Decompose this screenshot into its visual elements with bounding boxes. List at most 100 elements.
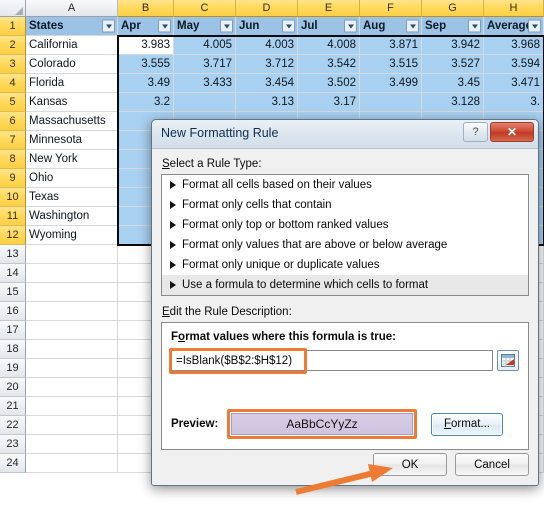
row-header-2[interactable]: 2 <box>0 36 26 55</box>
value-cell[interactable] <box>360 93 422 112</box>
column-header-g[interactable]: G <box>422 0 484 17</box>
state-cell[interactable]: Wyoming <box>26 226 118 245</box>
row-header-23[interactable]: 23 <box>0 435 26 454</box>
dialog-title-bar[interactable]: New Formatting Rule ? ✕ <box>152 120 538 149</box>
value-cell[interactable]: 3.983 <box>118 36 174 55</box>
empty-cell[interactable] <box>26 454 118 473</box>
state-cell[interactable]: Texas <box>26 188 118 207</box>
column-header-f[interactable]: F <box>360 0 422 17</box>
close-icon[interactable]: ✕ <box>490 122 534 142</box>
column-header-a[interactable]: A <box>26 0 118 17</box>
help-icon[interactable]: ? <box>463 122 488 142</box>
state-cell[interactable]: Kansas <box>26 93 118 112</box>
row-header-4[interactable]: 4 <box>0 74 26 93</box>
value-cell[interactable]: 3.502 <box>298 74 360 93</box>
rule-type-item-2[interactable]: Format only top or bottom ranked values <box>162 215 528 235</box>
row-header-18[interactable]: 18 <box>0 340 26 359</box>
row-header-7[interactable]: 7 <box>0 131 26 150</box>
filter-dropdown-icon[interactable] <box>344 19 357 33</box>
row-header-8[interactable]: 8 <box>0 150 26 169</box>
empty-cell[interactable] <box>26 416 118 435</box>
row-header-20[interactable]: 20 <box>0 378 26 397</box>
value-cell[interactable]: 3.454 <box>236 74 298 93</box>
row-header-6[interactable]: 6 <box>0 112 26 131</box>
value-cell[interactable]: 3.515 <box>360 55 422 74</box>
column-header-c[interactable]: C <box>174 0 236 17</box>
value-cell[interactable]: 3.499 <box>360 74 422 93</box>
value-cell[interactable]: 3.49 <box>118 74 174 93</box>
row-header-22[interactable]: 22 <box>0 416 26 435</box>
empty-cell[interactable] <box>26 264 118 283</box>
row-header-3[interactable]: 3 <box>0 55 26 74</box>
ok-button[interactable]: OK <box>373 453 447 476</box>
value-cell[interactable]: 3.527 <box>422 55 484 74</box>
empty-cell[interactable] <box>26 340 118 359</box>
value-cell[interactable]: 3.871 <box>360 36 422 55</box>
row-header-17[interactable]: 17 <box>0 321 26 340</box>
filter-dropdown-icon[interactable] <box>528 19 541 33</box>
row-header-15[interactable]: 15 <box>0 283 26 302</box>
state-cell[interactable]: Massachusetts <box>26 112 118 131</box>
table-header-apr[interactable]: Apr <box>118 17 174 36</box>
value-cell[interactable]: 3.717 <box>174 55 236 74</box>
state-cell[interactable]: Minnesota <box>26 131 118 150</box>
row-header-13[interactable]: 13 <box>0 245 26 264</box>
empty-cell[interactable] <box>26 435 118 454</box>
value-cell[interactable]: 3.942 <box>422 36 484 55</box>
formula-input[interactable] <box>171 350 493 371</box>
table-header-average[interactable]: Average <box>484 17 544 36</box>
rule-type-list[interactable]: Format all cells based on their values Fo… <box>161 174 529 296</box>
row-header-9[interactable]: 9 <box>0 169 26 188</box>
value-cell[interactable]: 3.594 <box>484 55 544 74</box>
state-cell[interactable]: Ohio <box>26 169 118 188</box>
cancel-button[interactable]: Cancel <box>455 453 529 476</box>
filter-dropdown-icon[interactable] <box>220 19 233 33</box>
table-header-jun[interactable]: Jun <box>236 17 298 36</box>
row-header-12[interactable]: 12 <box>0 226 26 245</box>
select-all-corner[interactable] <box>0 0 26 17</box>
value-cell[interactable]: 3.17 <box>298 93 360 112</box>
table-header-aug[interactable]: Aug <box>360 17 422 36</box>
value-cell[interactable]: 3. <box>484 93 544 112</box>
empty-cell[interactable] <box>26 321 118 340</box>
state-cell[interactable]: Florida <box>26 74 118 93</box>
format-button[interactable]: Format... <box>431 412 503 436</box>
rule-type-item-5[interactable]: Use a formula to determine which cells t… <box>162 275 528 295</box>
filter-dropdown-icon[interactable] <box>406 19 419 33</box>
filter-dropdown-icon[interactable] <box>102 19 115 33</box>
empty-cell[interactable] <box>26 359 118 378</box>
state-cell[interactable]: California <box>26 36 118 55</box>
empty-cell[interactable] <box>26 378 118 397</box>
filter-dropdown-icon[interactable] <box>468 19 481 33</box>
filter-dropdown-icon[interactable] <box>282 19 295 33</box>
rule-type-item-3[interactable]: Format only values that are above or bel… <box>162 235 528 255</box>
row-header-14[interactable]: 14 <box>0 264 26 283</box>
state-cell[interactable]: New York <box>26 150 118 169</box>
empty-cell[interactable] <box>26 302 118 321</box>
value-cell[interactable]: 3.542 <box>298 55 360 74</box>
table-header-jul[interactable]: Jul <box>298 17 360 36</box>
row-header-1[interactable]: 1 <box>0 17 26 36</box>
value-cell[interactable]: 3.555 <box>118 55 174 74</box>
row-header-16[interactable]: 16 <box>0 302 26 321</box>
value-cell[interactable]: 4.003 <box>236 36 298 55</box>
filter-dropdown-icon[interactable] <box>158 19 171 33</box>
empty-cell[interactable] <box>26 283 118 302</box>
column-header-b[interactable]: B <box>118 0 174 17</box>
empty-cell[interactable] <box>26 397 118 416</box>
rule-type-item-1[interactable]: Format only cells that contain <box>162 195 528 215</box>
value-cell[interactable]: 3.2 <box>118 93 174 112</box>
column-header-e[interactable]: E <box>298 0 360 17</box>
value-cell[interactable]: 4.005 <box>174 36 236 55</box>
value-cell[interactable]: 4.008 <box>298 36 360 55</box>
row-header-5[interactable]: 5 <box>0 93 26 112</box>
row-header-11[interactable]: 11 <box>0 207 26 226</box>
table-header-states[interactable]: States <box>26 17 118 36</box>
value-cell[interactable] <box>174 93 236 112</box>
table-header-may[interactable]: May <box>174 17 236 36</box>
value-cell[interactable]: 3.968 <box>484 36 544 55</box>
rule-type-item-4[interactable]: Format only unique or duplicate values <box>162 255 528 275</box>
value-cell[interactable]: 3.13 <box>236 93 298 112</box>
column-header-d[interactable]: D <box>236 0 298 17</box>
state-cell[interactable]: Colorado <box>26 55 118 74</box>
